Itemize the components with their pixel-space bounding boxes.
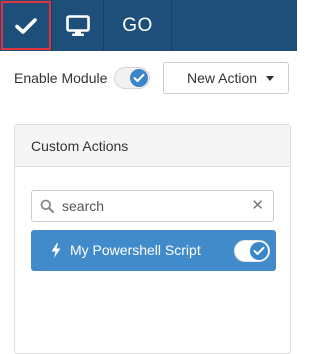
new-action-dropdown[interactable]: New Action <box>163 62 289 94</box>
caret-down-icon <box>266 76 274 81</box>
panel-heading: Custom Actions <box>15 125 290 167</box>
search-box: ✕ <box>31 190 274 222</box>
tab-monitor[interactable] <box>52 0 104 51</box>
tab-check[interactable] <box>0 0 52 51</box>
toggle-check-icon <box>130 69 148 87</box>
custom-action-item[interactable]: My Powershell Script <box>31 230 276 271</box>
custom-action-toggle[interactable] <box>234 240 270 262</box>
enable-module-toggle[interactable] <box>114 67 150 89</box>
module-row: Enable Module New Action <box>0 62 297 94</box>
enable-module-label: Enable Module <box>14 70 108 86</box>
custom-actions-panel: Custom Actions ✕ My Powershell Script <box>14 124 291 354</box>
tab-go-label: GO <box>122 14 153 36</box>
search-icon <box>40 199 54 216</box>
custom-actions-title: Custom Actions <box>31 137 129 154</box>
top-nav: GO <box>0 0 297 51</box>
toggle-check-icon <box>250 242 268 260</box>
search-input[interactable] <box>62 196 242 216</box>
monitor-icon <box>65 14 90 37</box>
clear-search-icon[interactable]: ✕ <box>251 198 264 214</box>
custom-action-label: My Powershell Script <box>70 242 201 258</box>
bolt-icon <box>51 243 61 261</box>
check-icon <box>14 17 37 35</box>
tab-go[interactable]: GO <box>104 0 172 51</box>
new-action-label: New Action <box>187 70 258 86</box>
